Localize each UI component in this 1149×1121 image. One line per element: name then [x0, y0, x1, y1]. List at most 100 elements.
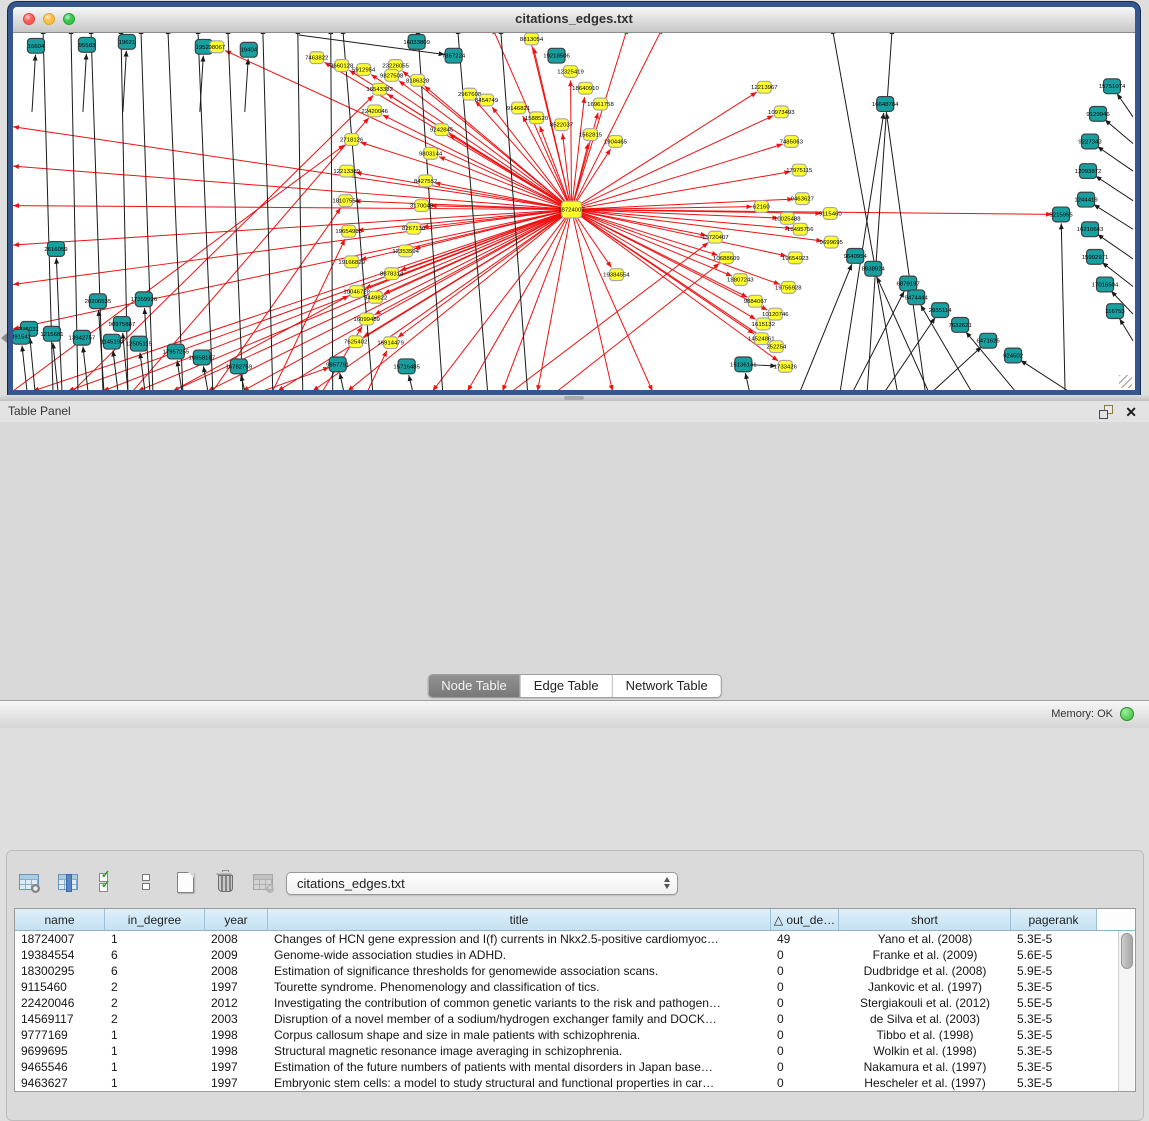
graph-node[interactable]: 116753	[1105, 304, 1125, 319]
graph-node[interactable]: 8660128	[330, 60, 354, 72]
column-header-4[interactable]: △ out_de…	[771, 909, 839, 930]
close-window-button[interactable]	[23, 13, 35, 25]
graph-node[interactable]: 924502	[1003, 348, 1023, 363]
graph-node[interactable]: 19654985	[335, 225, 362, 237]
graph-node[interactable]: 7463822	[305, 52, 328, 64]
graph-node[interactable]: 1733426	[774, 360, 798, 372]
splitter-grip-icon[interactable]	[564, 396, 584, 400]
table-row[interactable]: 946362711997Embryonic stem cells: a mode…	[15, 1075, 1135, 1091]
graph-node[interactable]: 9227343	[1078, 134, 1102, 149]
delete-rows-trash-icon[interactable]	[211, 869, 237, 895]
column-header-2[interactable]: year	[205, 909, 268, 930]
graph-node[interactable]: 16543382	[366, 83, 393, 95]
table-row[interactable]: 946554611997Estimation of the future num…	[15, 1059, 1135, 1075]
graph-node[interactable]: 19404	[240, 42, 258, 57]
graph-node[interactable]: 9129946	[1086, 106, 1110, 121]
graph-node[interactable]: 18107554	[332, 195, 359, 207]
graph-node[interactable]: 12325419	[557, 66, 584, 78]
control-panel-collapse-handle[interactable]	[1, 333, 7, 343]
graph-node[interactable]: 17016504	[1092, 277, 1119, 292]
graph-node[interactable]: 16099489	[353, 313, 380, 325]
graph-node[interactable]: 7485063	[780, 136, 804, 148]
graph-node[interactable]: 15751074	[1099, 79, 1126, 94]
graph-node[interactable]: 2616059	[44, 242, 68, 257]
graph-node[interactable]: 15716485	[393, 359, 420, 374]
tab-network-table[interactable]: Network Table	[613, 675, 721, 697]
graph-node[interactable]: 16033809	[403, 34, 430, 49]
table-row[interactable]: 1456911722003Disruption of a novel membe…	[15, 1011, 1135, 1027]
close-panel-icon[interactable]: ✕	[1125, 402, 1137, 422]
graph-node[interactable]: 9699695	[820, 236, 844, 248]
graph-node[interactable]: 15992971	[1082, 249, 1109, 264]
column-header-5[interactable]: short	[839, 909, 1011, 930]
graph-node[interactable]: 1215681	[40, 326, 64, 341]
graph-node[interactable]: 16961758	[587, 98, 614, 110]
table-row[interactable]: 1830029562008Estimation of significance …	[15, 963, 1135, 979]
graph-node[interactable]: 18724007	[558, 201, 585, 218]
graph-node[interactable]: 8427552	[414, 175, 437, 187]
graph-node[interactable]: 18640910	[572, 82, 599, 94]
graph-node[interactable]: 16210643	[1077, 222, 1104, 237]
resize-grip-icon[interactable]	[1119, 375, 1132, 388]
select-column-icon[interactable]	[55, 869, 81, 895]
graph-node[interactable]: 20206535	[85, 294, 112, 309]
graph-node[interactable]: 252254	[766, 341, 787, 353]
new-document-icon[interactable]	[172, 869, 198, 895]
table-settings-icon[interactable]	[16, 869, 42, 895]
graph-node[interactable]: 8186328	[406, 74, 430, 86]
graph-node[interactable]: 18495756	[787, 223, 814, 235]
graph-node[interactable]: 12213967	[751, 81, 778, 93]
graph-node[interactable]: 12093872	[1075, 164, 1102, 179]
column-header-3[interactable]: title	[268, 909, 771, 930]
graph-node[interactable]: 1588520	[525, 112, 549, 124]
graph-node[interactable]: 7632621	[949, 318, 973, 333]
graph-node[interactable]: 15136141	[730, 357, 757, 372]
maximize-window-button[interactable]	[63, 13, 75, 25]
window-titlebar[interactable]: citations_edges.txt	[13, 7, 1135, 33]
graph-node[interactable]: 16914479	[377, 337, 404, 349]
graph-node[interactable]: 16648784	[872, 97, 899, 112]
graph-node[interactable]: 17359926	[131, 292, 158, 307]
table-row[interactable]: 1872400712008Changes of HCN gene express…	[15, 931, 1135, 947]
graph-node[interactable]: 16604	[27, 38, 45, 53]
row-height-icon[interactable]	[133, 869, 159, 895]
graph-node[interactable]: 9146821	[507, 102, 531, 114]
graph-node[interactable]: 8522037	[550, 119, 573, 131]
graph-node[interactable]: 15720407	[702, 231, 729, 243]
graph-node[interactable]: 2935114	[929, 303, 953, 318]
table-row[interactable]: 1938455462009Genome-wide association stu…	[15, 947, 1135, 963]
graph-node[interactable]: 8938924	[862, 261, 886, 276]
graph-node[interactable]: 12505115	[126, 336, 153, 351]
graph-node[interactable]: 19384554	[603, 269, 630, 281]
tab-node-table[interactable]: Node Table	[428, 675, 521, 697]
graph-node[interactable]: 8813054	[520, 33, 544, 45]
graph-node[interactable]: 95583	[78, 37, 96, 52]
tab-edge-table[interactable]: Edge Table	[521, 675, 613, 697]
network-graph[interactable]: 1872400712213389181075541965498519166829…	[13, 33, 1135, 391]
graph-node[interactable]: 62160	[753, 201, 770, 213]
graph-node[interactable]: 1145194	[100, 334, 124, 349]
graph-node[interactable]: 10025488	[774, 212, 801, 224]
table-row[interactable]: 977716911998Corpus callosum shape and si…	[15, 1027, 1135, 1043]
column-header-6[interactable]: pagerank	[1011, 909, 1097, 930]
graph-node[interactable]: 9857791	[326, 357, 350, 372]
graph-node[interactable]: 1244419	[1074, 192, 1098, 207]
graph-node[interactable]: 19218506	[543, 48, 570, 63]
graph-node[interactable]: 9115460	[819, 208, 843, 220]
graph-node[interactable]: 6471626	[976, 333, 1000, 348]
minimize-window-button[interactable]	[43, 13, 55, 25]
graph-node[interactable]: 7857224	[442, 48, 466, 63]
graph-node[interactable]: 391541	[13, 329, 32, 344]
graph-node[interactable]: 1562815	[579, 129, 603, 141]
table-row[interactable]: 969969511998Structural magnetic resonanc…	[15, 1043, 1135, 1059]
graph-node[interactable]: 90975887	[109, 317, 136, 332]
graph-node[interactable]: 19654923	[782, 252, 809, 264]
table-row[interactable]: 911546021997Tourette syndrome. Phenomeno…	[15, 979, 1135, 995]
graph-node[interactable]: 9474444	[905, 290, 929, 305]
graph-node[interactable]: 19756928	[775, 282, 802, 294]
column-header-0[interactable]: name	[15, 909, 105, 930]
graph-node[interactable]: 19621	[118, 34, 136, 49]
graph-node[interactable]: 2718126	[340, 134, 364, 146]
graph-node[interactable]: 17975115	[786, 164, 813, 176]
network-canvas[interactable]: 1872400712213389181075541965498519166829…	[13, 33, 1135, 391]
